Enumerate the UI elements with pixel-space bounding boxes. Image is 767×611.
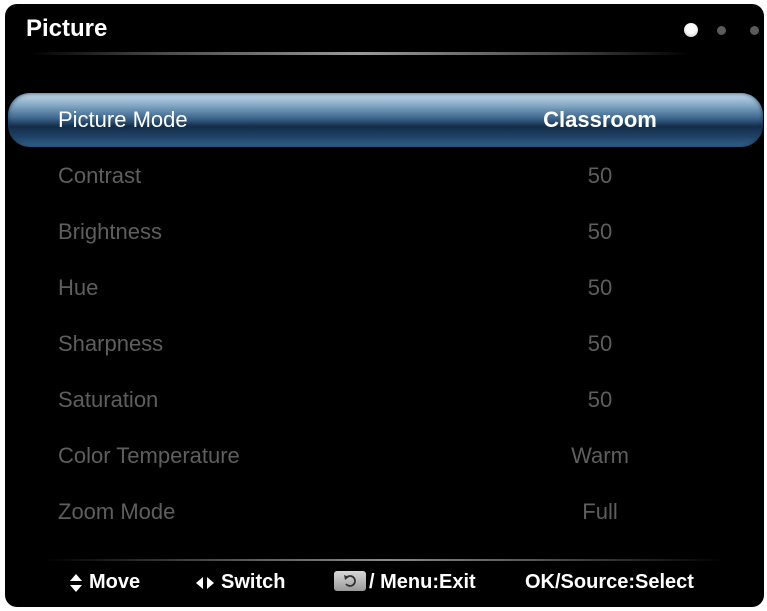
menu-item-label: Brightness (58, 219, 162, 244)
page-dot-3 (750, 26, 759, 35)
menu-item-value: 50 (587, 331, 613, 356)
menu-item-label: Zoom Mode (58, 499, 176, 524)
menu-item-sharpness[interactable]: Sharpness 50 (5, 317, 764, 373)
page-dot-2 (717, 26, 726, 35)
select-hint: OK/Source:Select (525, 571, 694, 593)
menu-item-label: Saturation (58, 387, 159, 412)
menu-item-label: Picture Mode (58, 107, 188, 132)
move-hint: Move (69, 567, 140, 597)
key-hint-bar: Move Switch / Menu:Exit OK/Source:Select (5, 567, 764, 597)
menu-item-saturation[interactable]: Saturation 50 (5, 373, 764, 429)
menu-item-label: Color Temperature (58, 443, 240, 468)
up-down-arrow-icon (70, 573, 82, 592)
menu-item-value: 50 (587, 387, 613, 412)
picture-menu-window: Picture Picture Mode Classroom Contrast … (5, 4, 764, 607)
page-indicator (664, 23, 764, 37)
menu-item-zoom-mode[interactable]: Zoom Mode Full (5, 485, 764, 541)
switch-hint-label: Switch (221, 571, 286, 593)
exit-hint-label: / Menu:Exit (369, 571, 476, 593)
menu-title: Picture (26, 15, 108, 42)
move-hint-label: Move (89, 571, 141, 593)
menu-item-color-temperature[interactable]: Color Temperature Warm (5, 429, 764, 485)
menu-item-value: 50 (587, 219, 613, 244)
page-dot-1-active (684, 23, 698, 37)
switch-hint: Switch (195, 567, 285, 597)
menu-item-brightness[interactable]: Brightness 50 (5, 205, 764, 261)
menu-item-value: 50 (587, 163, 613, 188)
exit-hint: / Menu:Exit (334, 567, 476, 597)
menu-item-label: Contrast (58, 163, 142, 188)
picture-settings-list: Picture Mode Classroom Contrast 50 Brigh… (5, 93, 764, 541)
back-key-icon (334, 570, 366, 591)
menu-item-picture-mode[interactable]: Picture Mode Classroom (8, 93, 763, 147)
menu-item-label: Hue (58, 275, 99, 300)
footer-divider (45, 559, 725, 561)
left-right-arrow-icon (196, 576, 214, 589)
menu-item-hue[interactable]: Hue 50 (5, 261, 764, 317)
menu-item-value: Full (582, 499, 618, 524)
menu-item-label: Sharpness (58, 331, 164, 356)
header-divider (30, 52, 690, 55)
menu-item-value: 50 (587, 275, 613, 300)
menu-item-contrast[interactable]: Contrast 50 (5, 149, 764, 205)
menu-item-value: Classroom (543, 107, 657, 132)
menu-item-value: Warm (571, 443, 629, 468)
